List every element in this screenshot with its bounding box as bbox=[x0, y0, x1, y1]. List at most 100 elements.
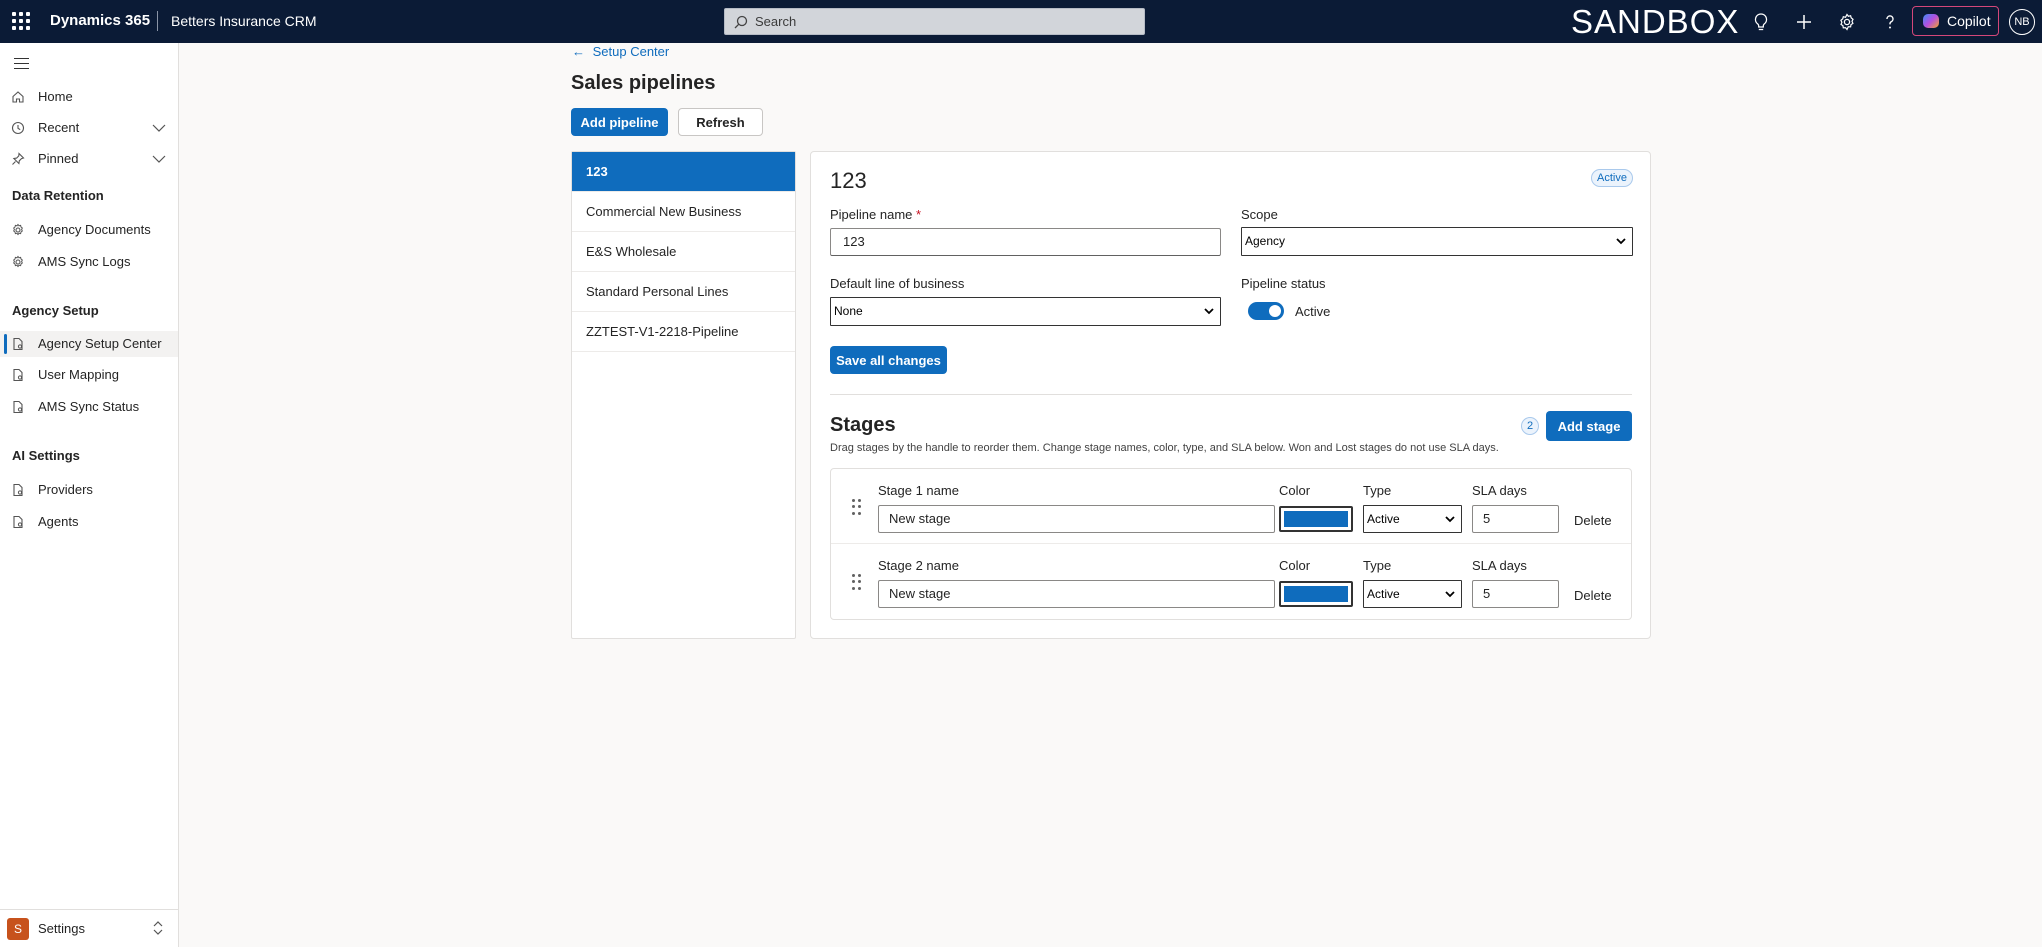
plus-icon[interactable] bbox=[1793, 11, 1815, 33]
environment-label: SANDBOX bbox=[1571, 3, 1740, 40]
arrow-left-icon: ← bbox=[572, 44, 585, 59]
stage-delete-button[interactable]: Delete bbox=[1574, 513, 1612, 528]
stage-sla-label: SLA days bbox=[1472, 558, 1527, 573]
sidebar-item-label: Pinned bbox=[38, 151, 79, 166]
copilot-label: Copilot bbox=[1947, 13, 1991, 29]
chevron-down-icon[interactable] bbox=[152, 155, 166, 163]
sidebar-item-label: Agency Documents bbox=[38, 222, 151, 237]
stage-color-label: Color bbox=[1279, 483, 1311, 498]
stage-type-label: Type bbox=[1363, 483, 1392, 498]
add-stage-button[interactable]: Add stage bbox=[1546, 411, 1632, 441]
sidebar-item-agency-documents[interactable]: Agency Documents bbox=[0, 217, 178, 243]
stage-color-picker[interactable] bbox=[1279, 581, 1353, 607]
stage-color-picker[interactable] bbox=[1279, 506, 1353, 532]
pipeline-item[interactable]: Standard Personal Lines bbox=[572, 272, 795, 312]
nav-group-title: AI Settings bbox=[12, 448, 80, 463]
copilot-button[interactable]: Copilot bbox=[1912, 6, 1999, 36]
sidebar-item-home[interactable]: Home bbox=[0, 84, 178, 110]
stage-delete-button[interactable]: Delete bbox=[1574, 588, 1612, 603]
back-link-label: Setup Center bbox=[592, 44, 670, 59]
lob-value: None bbox=[834, 304, 863, 318]
drag-handle-icon[interactable] bbox=[852, 574, 862, 590]
stage-sla-input[interactable]: 5 bbox=[1472, 580, 1559, 608]
drag-handle-icon[interactable] bbox=[852, 499, 862, 515]
chevron-down-icon[interactable] bbox=[152, 124, 166, 132]
document-settings-icon bbox=[13, 400, 23, 414]
status-value: Active bbox=[1295, 304, 1331, 319]
stage-type-value: Active bbox=[1367, 512, 1400, 526]
hamburger-menu-icon[interactable] bbox=[14, 58, 29, 69]
gear-icon[interactable] bbox=[1836, 11, 1858, 33]
sidebar-item-recent[interactable]: Recent bbox=[0, 115, 178, 141]
sidebar-item-label: Providers bbox=[38, 482, 93, 497]
sidebar-item-ams-sync-status[interactable]: AMS Sync Status bbox=[0, 394, 178, 420]
status-toggle[interactable] bbox=[1248, 302, 1284, 320]
pipeline-item[interactable]: E&S Wholesale bbox=[572, 232, 795, 272]
copilot-icon bbox=[1923, 14, 1939, 28]
help-icon[interactable] bbox=[1879, 11, 1901, 33]
status-badge: Active bbox=[1591, 169, 1633, 187]
app-launcher-icon[interactable] bbox=[12, 12, 30, 30]
add-pipeline-button[interactable]: Add pipeline bbox=[571, 108, 668, 136]
pipeline-item[interactable]: 123 bbox=[572, 152, 795, 192]
refresh-button[interactable]: Refresh bbox=[678, 108, 763, 136]
sidebar-item-label: Home bbox=[38, 89, 73, 104]
pipeline-name-input[interactable]: 123 bbox=[830, 228, 1221, 256]
stage-name-input[interactable]: New stage bbox=[878, 580, 1275, 608]
lob-label: Default line of business bbox=[830, 276, 965, 291]
lob-select[interactable]: None bbox=[830, 297, 1221, 326]
save-all-button[interactable]: Save all changes bbox=[830, 346, 947, 374]
pipeline-item[interactable]: ZZTEST-V1-2218-Pipeline bbox=[572, 312, 795, 352]
sidebar-item-user-mapping[interactable]: User Mapping bbox=[0, 362, 178, 388]
page-title: Sales pipelines bbox=[571, 72, 716, 94]
pipeline-title: 123 bbox=[830, 168, 867, 193]
document-settings-icon bbox=[13, 368, 23, 382]
sidebar-item-agents[interactable]: Agents bbox=[0, 509, 178, 535]
sidebar-item-providers[interactable]: Providers bbox=[0, 477, 178, 503]
sidebar-item-pinned[interactable]: Pinned bbox=[0, 146, 178, 172]
pipeline-item[interactable]: Commercial New Business bbox=[572, 192, 795, 232]
top-bar: Dynamics 365 Betters Insurance CRM Searc… bbox=[0, 0, 2042, 43]
scope-select[interactable]: Agency bbox=[1241, 227, 1633, 256]
stage-count-badge: 2 bbox=[1521, 417, 1539, 435]
stage-color-label: Color bbox=[1279, 558, 1311, 573]
lightbulb-icon[interactable] bbox=[1750, 11, 1772, 33]
sidebar-item-label: AMS Sync Status bbox=[38, 399, 140, 414]
stage-row: Stage 2 name New stage Color Type Active… bbox=[831, 544, 1631, 619]
color-swatch bbox=[1284, 511, 1348, 527]
area-switcher[interactable]: S Settings bbox=[0, 909, 178, 947]
scope-value: Agency bbox=[1245, 234, 1286, 248]
brand-separator bbox=[157, 11, 158, 31]
document-settings-icon bbox=[13, 483, 23, 497]
chevron-down-icon bbox=[1445, 516, 1455, 523]
color-swatch bbox=[1284, 586, 1348, 602]
sidebar-item-ams-sync-logs[interactable]: AMS Sync Logs bbox=[0, 249, 178, 275]
brand-name[interactable]: Dynamics 365 bbox=[50, 12, 150, 29]
chevron-up-down-icon bbox=[153, 921, 163, 935]
back-link[interactable]: ← Setup Center bbox=[572, 44, 669, 59]
stages-description: Drag stages by the handle to reorder the… bbox=[830, 442, 1499, 454]
stage-row: Stage 1 name New stage Color Type Active… bbox=[831, 469, 1631, 544]
search-icon bbox=[734, 15, 748, 29]
sidebar-item-label: Agents bbox=[38, 514, 79, 529]
stage-name-input[interactable]: New stage bbox=[878, 505, 1275, 533]
stage-type-select[interactable]: Active bbox=[1363, 580, 1462, 608]
sidebar-item-label: Recent bbox=[38, 120, 80, 135]
stages-heading: Stages bbox=[830, 414, 896, 436]
user-avatar[interactable]: NB bbox=[2009, 9, 2035, 35]
stages-list: Stage 1 name New stage Color Type Active… bbox=[830, 468, 1632, 620]
chevron-down-icon bbox=[1204, 308, 1214, 315]
stage-sla-input[interactable]: 5 bbox=[1472, 505, 1559, 533]
search-input[interactable]: Search bbox=[724, 8, 1145, 35]
sidebar-item-agency-setup-center[interactable]: Agency Setup Center bbox=[0, 331, 178, 357]
stage-name-label: Stage 1 name bbox=[878, 483, 959, 498]
stage-type-label: Type bbox=[1363, 558, 1392, 573]
pipeline-name-label: Pipeline name * bbox=[830, 207, 922, 222]
clock-icon bbox=[11, 121, 25, 135]
chevron-down-icon bbox=[1445, 591, 1455, 598]
nav-group-title: Agency Setup bbox=[12, 303, 99, 318]
chevron-down-icon bbox=[1616, 238, 1626, 245]
sidebar: Home Recent Pinned Data Retention Agency… bbox=[0, 43, 179, 947]
stage-type-select[interactable]: Active bbox=[1363, 505, 1462, 533]
app-name[interactable]: Betters Insurance CRM bbox=[171, 13, 317, 29]
